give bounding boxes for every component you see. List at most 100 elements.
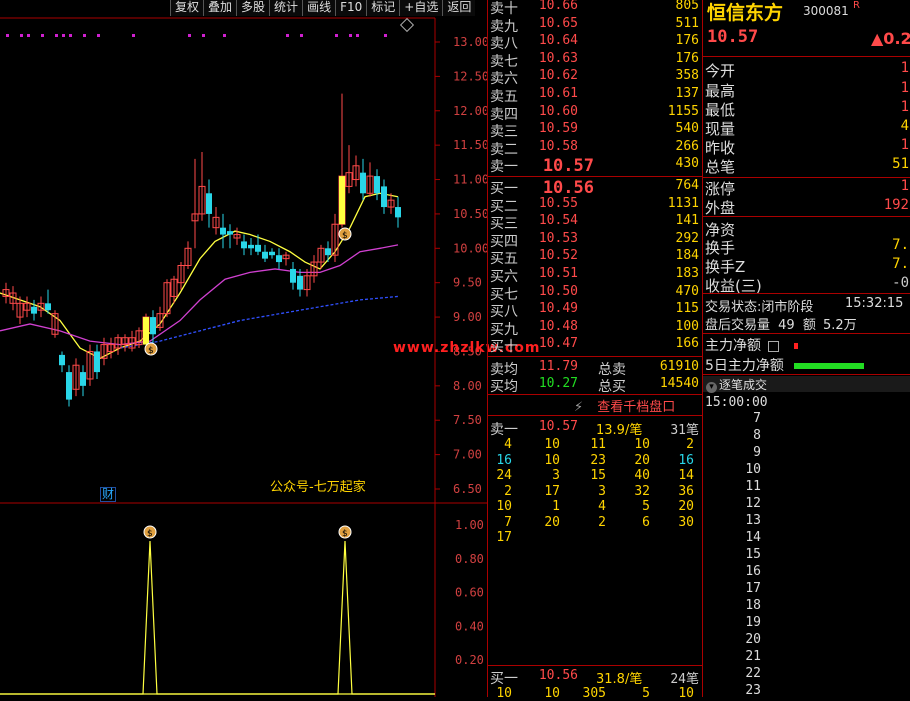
- queue-sell-volume: 2: [686, 437, 694, 452]
- tick-header-label: 逐笔成交: [719, 378, 768, 392]
- quote-field-row: 换手 7.: [705, 237, 910, 257]
- thousand-level-button[interactable]: ⚡ 查看千档盘口: [574, 396, 675, 415]
- quote-field-label: 总笔: [705, 158, 736, 176]
- toolbar-multi-stock-button[interactable]: 多股: [236, 0, 270, 16]
- ask-volume: 358: [675, 68, 699, 84]
- candle-body: [255, 244, 261, 252]
- y-tick-label: 11.00: [453, 173, 487, 187]
- queue-sell-volume: 10: [496, 499, 512, 514]
- bid-row[interactable]: 买四 10.53 292: [488, 231, 703, 250]
- queue-sell-volume: 11: [590, 437, 606, 452]
- ask-row[interactable]: 卖三 10.59 540: [488, 121, 703, 140]
- indicator-spike: [0, 540, 435, 695]
- quote-field-value: 1: [900, 80, 909, 96]
- ask-row[interactable]: 卖一 10.57 430: [488, 156, 703, 176]
- candle-body: [381, 186, 387, 208]
- after-hours-volume: 49: [778, 318, 795, 333]
- queue-sell-volume: 1: [552, 499, 560, 514]
- signal-dot: [97, 34, 100, 37]
- toolbar-add-watch-button[interactable]: +自选: [399, 0, 443, 16]
- queue-buy-per: 31.8/笔: [596, 672, 643, 687]
- ask-row[interactable]: 卖八 10.64 176: [488, 33, 703, 52]
- quote-field-value: -0: [892, 275, 909, 291]
- signal-candle: [339, 176, 345, 225]
- bid-volume: 183: [675, 266, 699, 281]
- quote-field-label: 最高: [705, 82, 736, 100]
- queue-sell-volume: 32: [634, 483, 650, 499]
- candle-body: [395, 207, 401, 218]
- tick-volume: 13: [745, 513, 761, 528]
- main-flow-5d-bar: [794, 363, 865, 369]
- stock-name: 恒信东方: [707, 2, 784, 24]
- queue-sell-volume: 17: [496, 530, 512, 545]
- quote-field-row: 外盘 192: [705, 197, 910, 217]
- bid-row[interactable]: 买八 10.49 115: [488, 301, 703, 320]
- bid-row[interactable]: 买十 10.47 166: [488, 336, 703, 356]
- queue-sell-volume: 24: [496, 468, 512, 483]
- toolbar-f10-button[interactable]: F10: [335, 0, 367, 16]
- candle-body: [220, 227, 226, 235]
- money-bag-icon-glyph: $: [342, 529, 348, 539]
- bid-row[interactable]: 买九 10.48 100: [488, 319, 703, 338]
- tick-header[interactable]: ▾ 逐笔成交: [703, 376, 910, 393]
- toolbar-fuquan-button[interactable]: 复权: [170, 0, 204, 16]
- thousand-level-label: 查看千档盘口: [597, 400, 676, 415]
- toolbar-mark-button[interactable]: 标记: [366, 0, 400, 16]
- candle-body: [94, 351, 100, 373]
- total-sell-value: 61910: [659, 359, 699, 374]
- toolbar-back-button[interactable]: 返回: [442, 0, 476, 16]
- bid-row[interactable]: 买七 10.50 470: [488, 284, 703, 303]
- ask-price: 10.64: [538, 33, 578, 49]
- bid-row[interactable]: 买三 10.54 141: [488, 213, 703, 232]
- queue-sell-header: 卖一 10.57 13.9/笔 31笔: [488, 419, 703, 438]
- toolbar-draw-button[interactable]: 画线: [302, 0, 336, 16]
- tick-volume: 15: [745, 547, 761, 562]
- bid-row[interactable]: 买五 10.52 184: [488, 248, 703, 267]
- bid-volume: 141: [675, 213, 699, 229]
- total-buy-label: 总买: [598, 379, 626, 395]
- bid-row[interactable]: 买二 10.55 1131: [488, 196, 703, 215]
- tick-volume: 21: [745, 649, 761, 664]
- signal-dot: [202, 34, 205, 37]
- ask-row[interactable]: 卖七 10.63 176: [488, 51, 703, 70]
- main-flow-row: 主力净额: [705, 335, 798, 354]
- stock-code: 300081: [803, 4, 849, 18]
- bid-price: 10.47: [538, 336, 578, 352]
- y-tick-label: 10.50: [453, 207, 487, 221]
- indicator-tick-label: 0.40: [455, 619, 484, 633]
- money-bag-icon-glyph: $: [148, 346, 154, 356]
- ask-row[interactable]: 卖五 10.61 137: [488, 86, 703, 105]
- y-tick-label: 13.00: [453, 35, 487, 49]
- ask-row[interactable]: 卖二 10.58 266: [488, 138, 703, 158]
- ask-row[interactable]: 卖四 10.60 1155: [488, 104, 703, 123]
- toolbar-overlay-button[interactable]: 叠加: [203, 0, 237, 16]
- tick-volume: 11: [745, 479, 761, 494]
- bid-row[interactable]: 买一 10.56 764: [488, 178, 703, 198]
- tick-volume: 14: [745, 530, 761, 545]
- queue-sell-volume: 6: [642, 514, 650, 530]
- kline-chart-panel[interactable]: 13.00 12.50 12.00 11.50 11.00 10.50 10.00 9.50 9…: [0, 0, 539, 697]
- tick-volume: 23: [745, 683, 761, 698]
- queue-sell-volume: 10: [634, 437, 650, 452]
- ask-bid-divider: [488, 176, 703, 177]
- bid-level-label: 买十: [490, 339, 518, 356]
- fields-divider-5: [703, 374, 910, 375]
- chart-toolbar: 复权 叠加 多股 统计 画线 F10 标记 +自选 返回: [170, 0, 476, 16]
- ask-price: 10.59: [538, 121, 578, 137]
- quote-field-label: 今开: [705, 62, 736, 80]
- money-bag-icon-glyph: $: [147, 529, 153, 539]
- finance-badge[interactable]: 财: [100, 487, 117, 502]
- ask-row[interactable]: 卖十 10.66 805: [488, 0, 703, 17]
- ask-row[interactable]: 卖六 10.62 358: [488, 68, 703, 87]
- main-flow-icon[interactable]: [768, 340, 780, 352]
- ask-row[interactable]: 卖九 10.65 511: [488, 16, 703, 35]
- queue-sell-volume: 30: [678, 514, 694, 530]
- toolbar-stats-button[interactable]: 统计: [269, 0, 303, 16]
- ask-price: 10.58: [538, 138, 578, 154]
- quote-field-label: 换手: [705, 239, 736, 257]
- quote-field-row: 总笔 51: [705, 156, 910, 176]
- bid-row[interactable]: 买六 10.51 183: [488, 266, 703, 285]
- trade-status-time: 15:32:15: [845, 296, 904, 311]
- chevron-down-icon[interactable]: ▾: [706, 382, 717, 393]
- after-hours-amount-label: 额: [802, 318, 816, 333]
